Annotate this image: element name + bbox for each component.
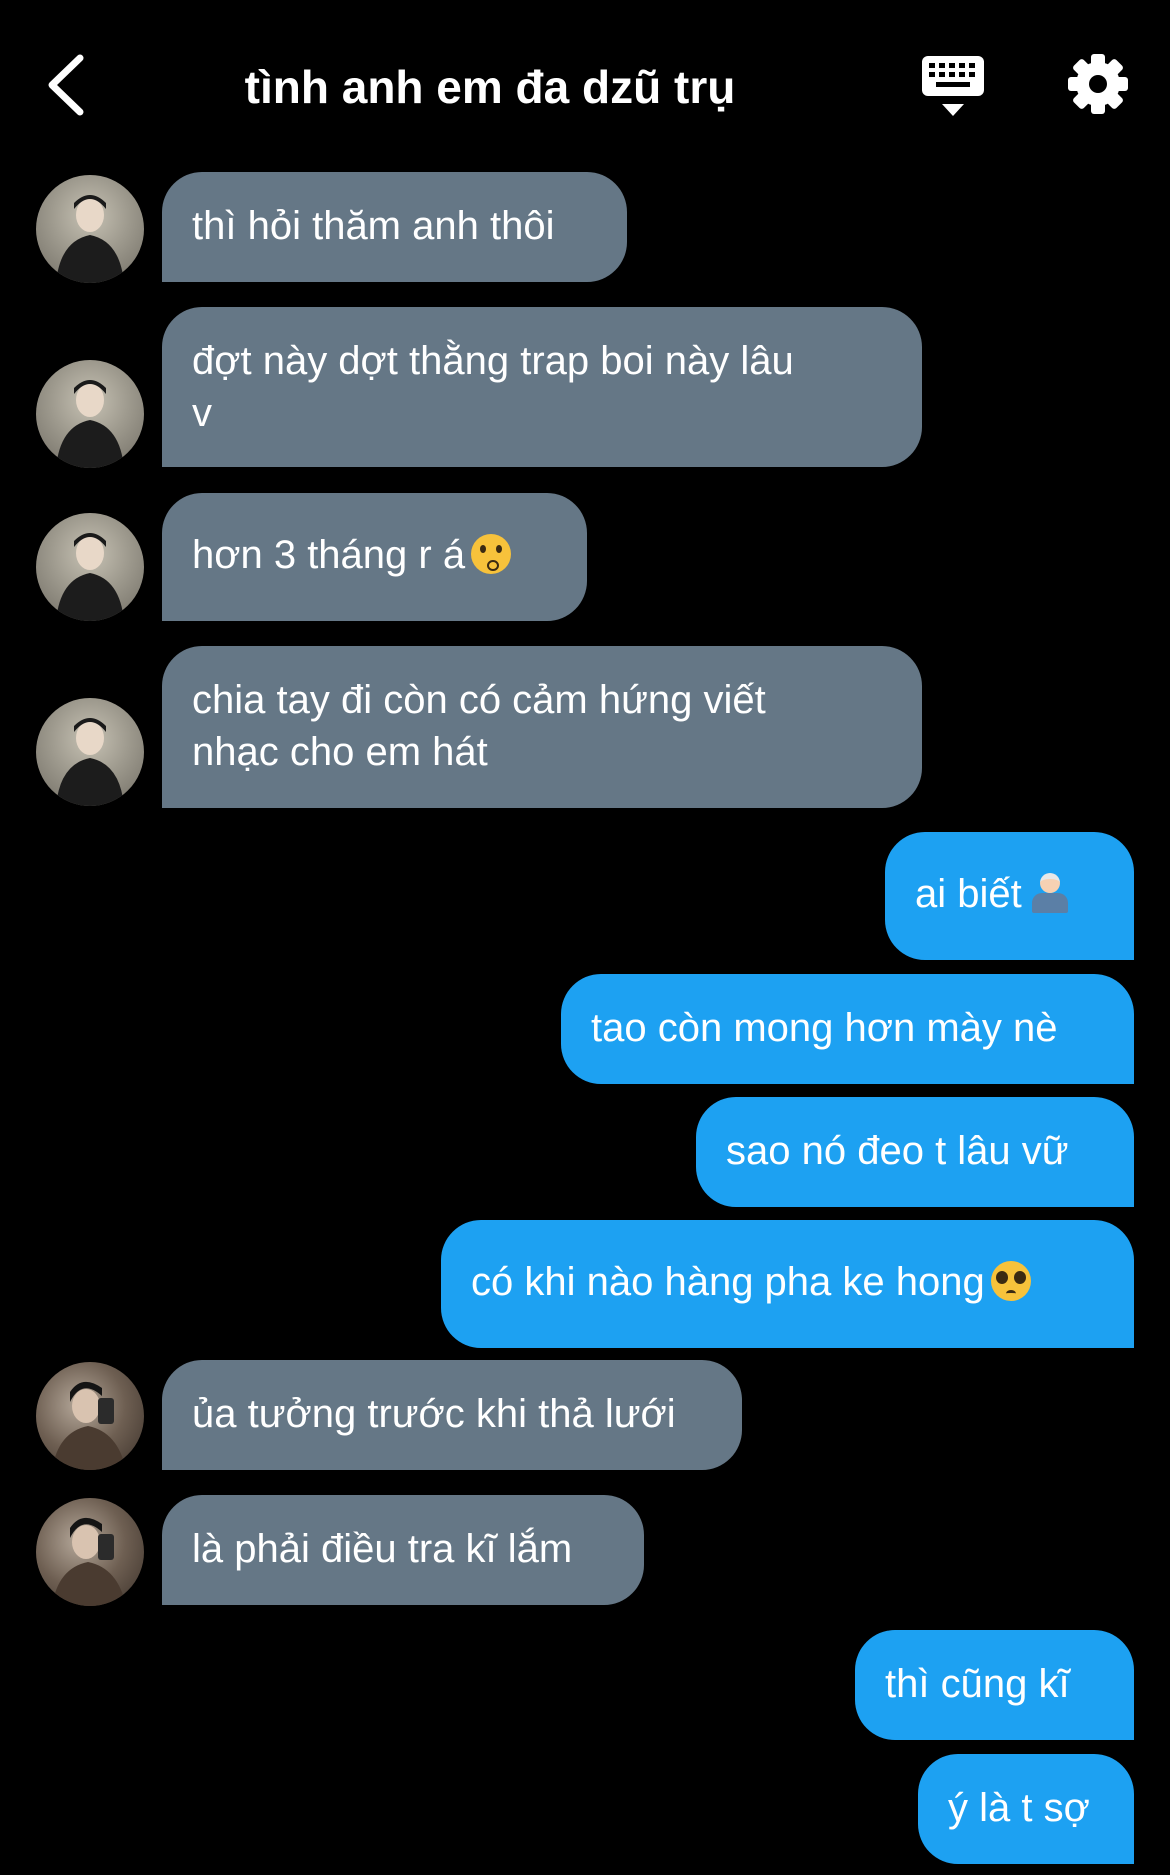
message-text: là phải điều tra kĩ lắm (192, 1527, 573, 1571)
message-text: tao còn mong hơn mày nè (591, 1006, 1058, 1050)
keyboard-button[interactable] (918, 54, 990, 120)
message-text: sao nó đeo t lâu vữ (726, 1129, 1069, 1173)
message-text: đợt này dợt thằng trap boi này lâu v (192, 339, 794, 435)
outgoing-message[interactable]: ai biết (885, 832, 1134, 960)
gear-icon (1068, 54, 1128, 114)
message-text: ý là t sợ (948, 1786, 1090, 1830)
avatar[interactable] (36, 175, 144, 283)
chevron-left-icon (48, 54, 84, 116)
outgoing-message[interactable]: thì cũng kĩ (855, 1630, 1134, 1740)
settings-button[interactable] (1066, 52, 1130, 116)
avatar[interactable] (36, 360, 144, 468)
incoming-message[interactable]: hơn 3 tháng r á (162, 493, 587, 621)
kissing-face-emoji (471, 534, 512, 574)
outgoing-message[interactable]: sao nó đeo t lâu vữ (696, 1097, 1134, 1207)
back-button[interactable] (40, 50, 100, 120)
avatar[interactable] (36, 698, 144, 806)
incoming-message[interactable]: ủa tưởng trước khi thả lưới (162, 1360, 742, 1470)
incoming-message[interactable]: là phải điều tra kĩ lắm (162, 1495, 644, 1605)
conversation-title[interactable]: tình anh em đa dzũ trụ (160, 52, 820, 122)
keyboard-icon (922, 56, 984, 116)
message-text: ai biết (915, 872, 1022, 916)
chat-header: tình anh em đa dzũ trụ (0, 0, 1170, 170)
message-text: chia tay đi còn có cảm hứng viết nhạc ch… (192, 678, 766, 774)
outgoing-message[interactable]: có khi nào hàng pha ke hong (441, 1220, 1134, 1348)
avatar[interactable] (36, 1362, 144, 1470)
pleading-face-emoji (990, 1261, 1031, 1301)
message-text: thì cũng kĩ (885, 1662, 1070, 1706)
outgoing-message[interactable]: ý là t sợ (918, 1754, 1134, 1864)
incoming-message[interactable]: thì hỏi thăm anh thôi (162, 172, 627, 282)
incoming-message[interactable]: chia tay đi còn có cảm hứng viết nhạc ch… (162, 646, 922, 808)
message-text: hơn 3 tháng r á (192, 533, 466, 577)
message-text: thì hỏi thăm anh thôi (192, 204, 555, 248)
person-shrugging-emoji (1028, 873, 1072, 913)
message-text: có khi nào hàng pha ke hong (471, 1260, 985, 1304)
avatar[interactable] (36, 1498, 144, 1606)
outgoing-message[interactable]: tao còn mong hơn mày nè (561, 974, 1134, 1084)
avatar[interactable] (36, 513, 144, 621)
incoming-message[interactable]: đợt này dợt thằng trap boi này lâu v (162, 307, 922, 467)
message-text: ủa tưởng trước khi thả lưới (192, 1392, 676, 1436)
